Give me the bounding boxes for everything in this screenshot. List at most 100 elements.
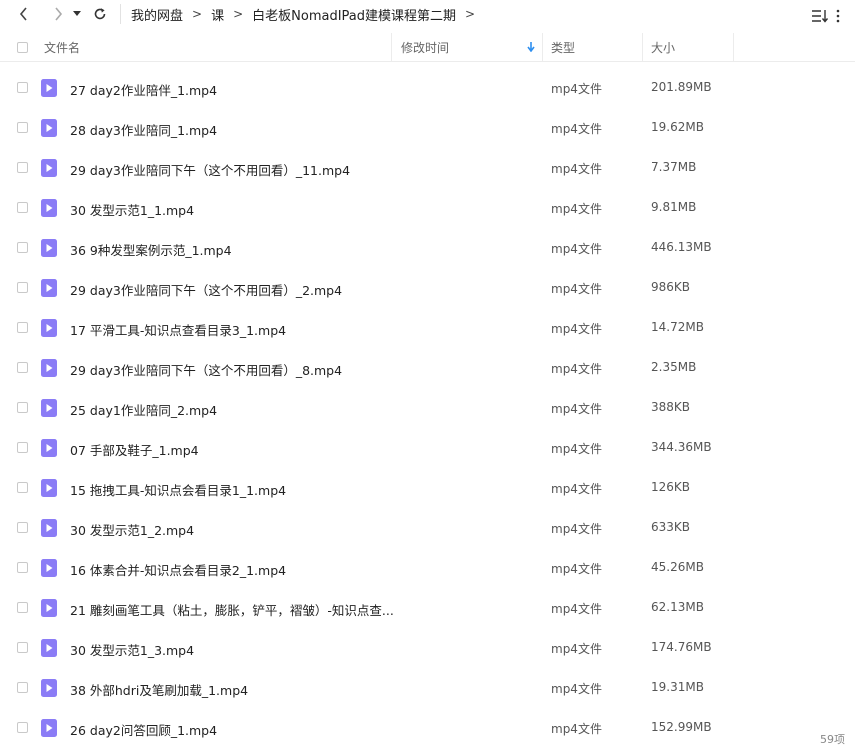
file-name[interactable]: 30 发型示范1_2.mp4 [70, 520, 194, 539]
file-name[interactable]: 30 发型示范1_3.mp4 [70, 640, 194, 659]
file-size: 174.76MB [651, 640, 712, 654]
file-name[interactable]: 26 day2问答回顾_1.mp4 [70, 720, 217, 739]
file-size: 446.13MB [651, 240, 712, 254]
row-checkbox[interactable] [17, 282, 28, 293]
file-name[interactable]: 15 拖拽工具-知识点会看目录1_1.mp4 [70, 480, 286, 499]
arrow-down-icon [527, 42, 535, 52]
file-type: mp4文件 [551, 682, 602, 696]
file-type: mp4文件 [551, 722, 602, 736]
file-type: mp4文件 [551, 522, 602, 536]
file-size: 986KB [651, 280, 691, 294]
row-checkbox[interactable] [17, 482, 28, 493]
breadcrumb-item-my-drive[interactable]: 我的网盘 [131, 5, 183, 24]
refresh-button[interactable] [88, 2, 112, 26]
file-size: 19.62MB [651, 120, 704, 134]
file-row[interactable]: 30 发型示范1_3.mp4 mp4文件 174.76MB [0, 628, 855, 668]
file-name[interactable]: 29 day3作业陪同下午（这个不用回看）_11.mp4 [70, 160, 350, 179]
file-row[interactable]: 29 day3作业陪同下午（这个不用回看）_11.mp4 mp4文件 7.37MB [0, 148, 855, 188]
toolbar: 我的网盘 > 课 > 白老板NomadIPad建模课程第二期 > [0, 0, 855, 28]
video-file-icon [41, 479, 57, 497]
row-checkbox[interactable] [17, 322, 28, 333]
row-checkbox[interactable] [17, 122, 28, 133]
file-name[interactable]: 36 9种发型案例示范_1.mp4 [70, 240, 232, 259]
video-file-icon [41, 279, 57, 297]
file-size: 9.81MB [651, 200, 697, 214]
select-all-checkbox[interactable] [17, 41, 28, 53]
file-row[interactable]: 25 day1作业陪同_2.mp4 mp4文件 388KB [0, 388, 855, 428]
file-type: mp4文件 [551, 122, 602, 136]
file-type: mp4文件 [551, 202, 602, 216]
file-type: mp4文件 [551, 362, 602, 376]
row-checkbox[interactable] [17, 82, 28, 93]
file-row[interactable]: 28 day3作业陪同_1.mp4 mp4文件 19.62MB [0, 108, 855, 148]
column-type[interactable]: 类型 [543, 33, 643, 61]
file-row[interactable]: 15 拖拽工具-知识点会看目录1_1.mp4 mp4文件 126KB [0, 468, 855, 508]
file-name[interactable]: 27 day2作业陪伴_1.mp4 [70, 80, 217, 99]
chevron-right-icon [55, 7, 63, 21]
file-name[interactable]: 38 外部hdri及笔刷加载_1.mp4 [70, 680, 248, 699]
file-name[interactable]: 16 体素合并-知识点会看目录2_1.mp4 [70, 560, 286, 579]
row-checkbox[interactable] [17, 642, 28, 653]
back-button[interactable] [12, 2, 36, 26]
breadcrumb-separator: > [233, 7, 244, 21]
row-checkbox[interactable] [17, 722, 28, 733]
row-checkbox[interactable] [17, 602, 28, 613]
row-checkbox[interactable] [17, 242, 28, 253]
sort-button[interactable] [809, 4, 831, 28]
file-type: mp4文件 [551, 162, 602, 176]
video-file-icon [41, 239, 57, 257]
history-dropdown[interactable] [70, 2, 84, 26]
view-options [809, 4, 845, 28]
breadcrumb-item-current-folder[interactable]: 白老板NomadIPad建模课程第二期 [252, 5, 456, 24]
file-name[interactable]: 29 day3作业陪同下午（这个不用回看）_2.mp4 [70, 280, 342, 299]
file-type: mp4文件 [551, 242, 602, 256]
row-checkbox[interactable] [17, 562, 28, 573]
column-header: 文件名 修改时间 类型 大小 [0, 33, 855, 62]
row-checkbox[interactable] [17, 362, 28, 373]
file-row[interactable]: 36 9种发型案例示范_1.mp4 mp4文件 446.13MB [0, 228, 855, 268]
column-size[interactable]: 大小 [643, 33, 734, 61]
file-row[interactable]: 26 day2问答回顾_1.mp4 mp4文件 152.99MB [0, 708, 855, 748]
video-file-icon [41, 399, 57, 417]
row-checkbox[interactable] [17, 202, 28, 213]
column-size-label: 大小 [651, 40, 676, 55]
column-name-label: 文件名 [44, 40, 81, 55]
file-name[interactable]: 28 day3作业陪同_1.mp4 [70, 120, 217, 139]
breadcrumb-separator: > [465, 7, 476, 21]
file-size: 7.37MB [651, 160, 697, 174]
video-file-icon [41, 639, 57, 657]
file-row[interactable]: 29 day3作业陪同下午（这个不用回看）_8.mp4 mp4文件 2.35MB [0, 348, 855, 388]
file-size: 45.26MB [651, 560, 704, 574]
row-checkbox[interactable] [17, 402, 28, 413]
file-row[interactable]: 21 雕刻画笔工具（粘土，膨胀，铲平，褶皱）-知识点查... mp4文件 62.13… [0, 588, 855, 628]
row-checkbox[interactable] [17, 682, 28, 693]
file-name[interactable]: 29 day3作业陪同下午（这个不用回看）_8.mp4 [70, 360, 342, 379]
breadcrumb-item-course[interactable]: 课 [211, 5, 224, 24]
file-name[interactable]: 17 平滑工具-知识点查看目录3_1.mp4 [70, 320, 286, 339]
file-size: 14.72MB [651, 320, 704, 334]
file-row[interactable]: 17 平滑工具-知识点查看目录3_1.mp4 mp4文件 14.72MB [0, 308, 855, 348]
file-name[interactable]: 30 发型示范1_1.mp4 [70, 200, 194, 219]
file-row[interactable]: 07 手部及鞋子_1.mp4 mp4文件 344.36MB [0, 428, 855, 468]
file-name[interactable]: 21 雕刻画笔工具（粘土，膨胀，铲平，褶皱）-知识点查... [70, 600, 394, 619]
file-row[interactable]: 38 外部hdri及笔刷加载_1.mp4 mp4文件 19.31MB [0, 668, 855, 708]
forward-button[interactable] [46, 2, 70, 26]
file-type: mp4文件 [551, 562, 602, 576]
file-name[interactable]: 25 day1作业陪同_2.mp4 [70, 400, 217, 419]
file-row[interactable]: 27 day2作业陪伴_1.mp4 mp4文件 201.89MB [0, 68, 855, 108]
file-name[interactable]: 07 手部及鞋子_1.mp4 [70, 440, 199, 459]
row-checkbox[interactable] [17, 162, 28, 173]
column-modified-label: 修改时间 [401, 40, 450, 55]
more-button[interactable] [831, 4, 845, 28]
file-row[interactable]: 29 day3作业陪同下午（这个不用回看）_2.mp4 mp4文件 986KB [0, 268, 855, 308]
file-row[interactable]: 16 体素合并-知识点会看目录2_1.mp4 mp4文件 45.26MB [0, 548, 855, 588]
column-modified[interactable]: 修改时间 [392, 33, 543, 61]
row-checkbox[interactable] [17, 442, 28, 453]
breadcrumb-separator: > [192, 7, 203, 21]
file-row[interactable]: 30 发型示范1_1.mp4 mp4文件 9.81MB [0, 188, 855, 228]
file-size: 62.13MB [651, 600, 704, 614]
column-name[interactable]: 文件名 [0, 33, 392, 61]
row-checkbox[interactable] [17, 522, 28, 533]
file-row[interactable]: 30 发型示范1_2.mp4 mp4文件 633KB [0, 508, 855, 548]
item-count: 59项 [820, 733, 845, 746]
